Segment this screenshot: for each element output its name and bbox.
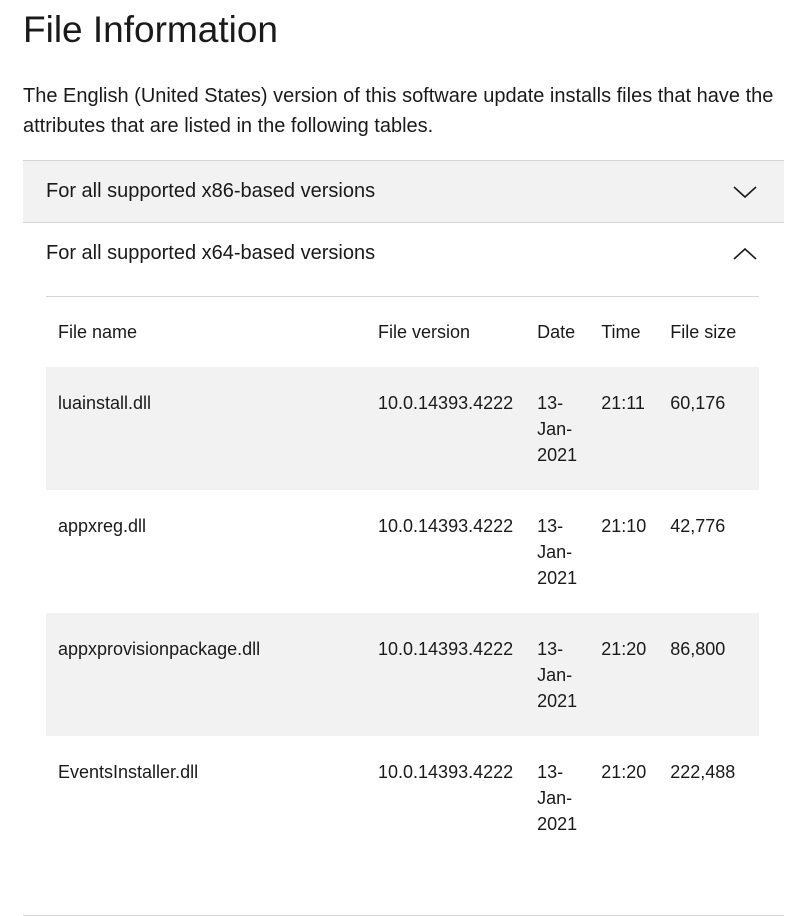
intro-paragraph: The English (United States) version of t…: [23, 85, 774, 137]
accordion-item-x64: For all supported x64-based versions Fil…: [23, 223, 784, 916]
accordion-header-x64[interactable]: For all supported x64-based versions: [23, 223, 784, 284]
table-row: appxreg.dll 10.0.14393.4222 13-Jan-2021 …: [46, 490, 759, 613]
table-header-row: File name File version Date Time File si…: [46, 297, 759, 368]
column-header-file-name: File name: [58, 322, 138, 342]
cell-date: 13-Jan-2021: [537, 639, 578, 711]
table-row: EventsInstaller.dll 10.0.14393.4222 13-J…: [46, 736, 759, 859]
accordion-item-x86: For all supported x86-based versions: [23, 161, 784, 223]
accordion: For all supported x86-based versions For…: [23, 160, 784, 916]
table-row: appxprovisionpackage.dll 10.0.14393.4222…: [46, 613, 759, 736]
cell-file-name: appxreg.dll: [58, 516, 147, 536]
accordion-label-x86: For all supported x86-based versions: [46, 180, 376, 202]
column-header-file-version: File version: [378, 322, 471, 342]
cell-date: 13-Jan-2021: [537, 762, 578, 834]
column-header-time: Time: [601, 322, 641, 342]
file-table: File name File version Date Time File si…: [46, 296, 759, 859]
chevron-down-icon[interactable]: [732, 179, 758, 205]
table-row: luainstall.dll 10.0.14393.4222 13-Jan-20…: [46, 367, 759, 490]
cell-file-size: 60,176: [670, 393, 726, 413]
accordion-header-x86[interactable]: For all supported x86-based versions: [23, 161, 784, 222]
cell-date: 13-Jan-2021: [537, 516, 578, 588]
cell-file-name: appxprovisionpackage.dll: [58, 639, 261, 659]
cell-file-size: 222,488: [670, 762, 736, 782]
cell-file-size: 42,776: [670, 516, 726, 536]
cell-file-name: luainstall.dll: [58, 393, 152, 413]
cell-date: 13-Jan-2021: [537, 393, 578, 465]
cell-time: 21:10: [601, 516, 647, 536]
column-header-date: Date: [537, 322, 576, 342]
accordion-body-x64: File name File version Date Time File si…: [23, 284, 784, 915]
cell-file-version: 10.0.14393.4222: [378, 762, 514, 782]
cell-file-version: 10.0.14393.4222: [378, 393, 514, 413]
chevron-up-icon[interactable]: [732, 241, 758, 267]
page: File Information The English (United Sta…: [0, 0, 812, 916]
cell-file-version: 10.0.14393.4222: [378, 516, 514, 536]
accordion-label-x64: For all supported x64-based versions: [46, 242, 376, 264]
cell-time: 21:20: [601, 762, 647, 782]
cell-file-version: 10.0.14393.4222: [378, 639, 514, 659]
cell-time: 21:20: [601, 639, 647, 659]
cell-file-size: 86,800: [670, 639, 726, 659]
page-title: File Information: [23, 9, 278, 50]
column-header-file-size: File size: [670, 322, 737, 342]
cell-time: 21:11: [601, 393, 645, 413]
cell-file-name: EventsInstaller.dll: [58, 762, 199, 782]
